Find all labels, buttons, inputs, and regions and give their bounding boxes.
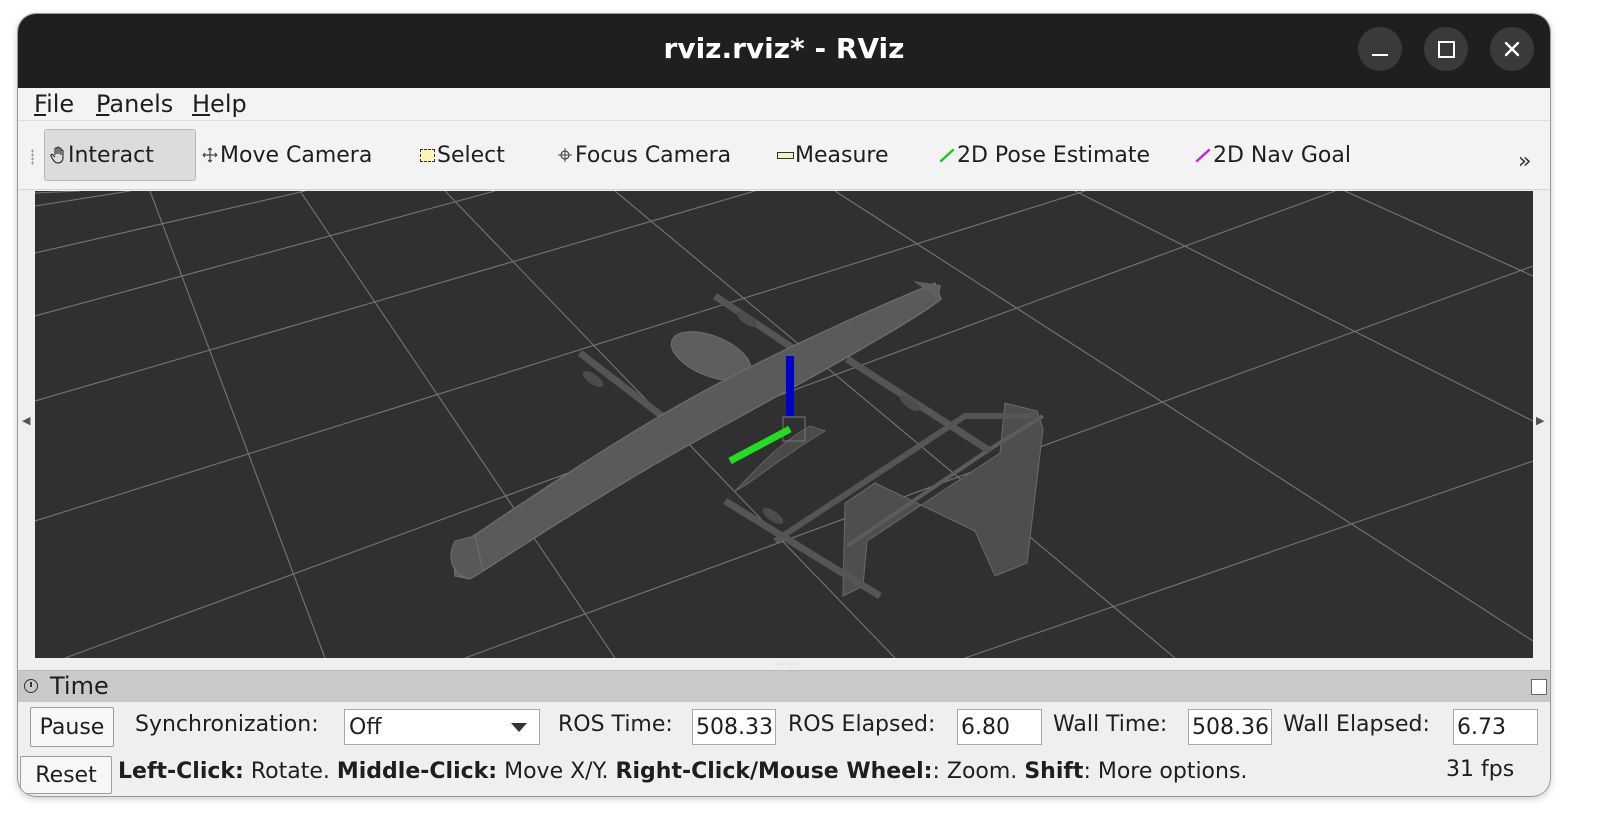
fps-counter: 31 fps bbox=[1446, 757, 1515, 782]
rviz-window: rviz.rviz* - RViz File Panels Help Inter… bbox=[18, 14, 1550, 796]
undock-panel-checkbox[interactable] bbox=[1531, 679, 1547, 695]
tool-interact-label: Interact bbox=[68, 142, 154, 168]
tool-measure-label: Measure bbox=[795, 142, 889, 168]
tool-2d-nav-goal[interactable]: 2D Nav Goal bbox=[1194, 129, 1351, 181]
tool-select-label: Select bbox=[437, 142, 505, 168]
nav-goal-icon bbox=[1194, 146, 1212, 164]
status-help-text: Left-Click: Rotate. Middle-Click: Move X… bbox=[118, 759, 1247, 784]
wall-time-value: 508.36 bbox=[1192, 714, 1269, 740]
window-title: rviz.rviz* - RViz bbox=[663, 32, 905, 65]
tool-measure[interactable]: Measure bbox=[776, 129, 889, 181]
focus-camera-icon bbox=[556, 146, 574, 164]
time-panel-title: Time bbox=[50, 672, 109, 700]
menu-file[interactable]: File bbox=[34, 90, 74, 118]
wall-elapsed-value: 6.73 bbox=[1457, 714, 1506, 740]
minimize-icon bbox=[1372, 54, 1388, 56]
status-shift-action: : More options. bbox=[1083, 759, 1248, 784]
wall-time-field[interactable]: 508.36 bbox=[1188, 709, 1272, 745]
menu-bar: File Panels Help bbox=[18, 88, 1550, 121]
tool-focus-camera[interactable]: Focus Camera bbox=[556, 129, 731, 181]
ros-time-value: 508.33 bbox=[696, 714, 773, 740]
left-dock-collapse-arrow[interactable]: ◀ bbox=[22, 414, 30, 427]
measure-icon bbox=[776, 146, 794, 164]
tool-select[interactable]: Select bbox=[418, 129, 505, 181]
status-left-action: Rotate. bbox=[243, 759, 337, 784]
toolbar-overflow-button[interactable]: » bbox=[1518, 149, 1531, 174]
status-right-click: Right-Click/Mouse Wheel: bbox=[615, 759, 933, 784]
wall-elapsed-label: Wall Elapsed: bbox=[1283, 712, 1430, 737]
ros-elapsed-field[interactable]: 6.80 bbox=[957, 709, 1042, 745]
toolbar-grip[interactable] bbox=[31, 149, 34, 165]
hand-icon bbox=[49, 146, 67, 164]
tool-move-camera[interactable]: Move Camera bbox=[201, 129, 372, 181]
ros-time-field[interactable]: 508.33 bbox=[692, 709, 776, 745]
minimize-button[interactable] bbox=[1358, 27, 1402, 71]
tool-focus-camera-label: Focus Camera bbox=[575, 142, 732, 168]
pause-button[interactable]: Pause bbox=[30, 707, 114, 747]
viewport-splitter-handle[interactable]: ······· bbox=[775, 660, 800, 669]
wall-time-label: Wall Time: bbox=[1053, 712, 1168, 737]
ros-time-label: ROS Time: bbox=[558, 712, 673, 737]
menu-help[interactable]: Help bbox=[192, 90, 247, 118]
status-right-action: : Zoom. bbox=[932, 759, 1025, 784]
chevron-down-icon bbox=[511, 723, 527, 732]
render-scene bbox=[35, 191, 1533, 658]
maximize-icon bbox=[1437, 40, 1455, 58]
status-shift: Shift bbox=[1024, 759, 1084, 784]
menu-panels[interactable]: Panels bbox=[96, 90, 173, 118]
synchronization-value: Off bbox=[349, 714, 382, 740]
reset-button[interactable]: Reset bbox=[20, 756, 112, 794]
status-middle-action: Move X/Y. bbox=[497, 759, 616, 784]
tool-interact[interactable]: Interact bbox=[44, 129, 196, 181]
select-icon bbox=[418, 146, 436, 164]
tool-move-camera-label: Move Camera bbox=[220, 142, 373, 168]
clock-icon bbox=[24, 679, 38, 693]
ros-elapsed-value: 6.80 bbox=[961, 714, 1010, 740]
title-bar[interactable]: rviz.rviz* - RViz bbox=[18, 14, 1550, 88]
ground-grid bbox=[35, 191, 1533, 658]
wall-elapsed-field[interactable]: 6.73 bbox=[1453, 709, 1538, 745]
close-icon bbox=[1504, 41, 1520, 57]
aircraft-model bbox=[450, 281, 1045, 599]
synchronization-label: Synchronization: bbox=[135, 712, 319, 737]
tool-2d-nav-goal-label: 2D Nav Goal bbox=[1213, 142, 1351, 168]
status-left-click: Left-Click: bbox=[118, 759, 244, 784]
move-camera-icon bbox=[201, 146, 219, 164]
synchronization-select[interactable]: Off bbox=[344, 709, 540, 745]
maximize-button[interactable] bbox=[1424, 27, 1468, 71]
tool-2d-pose-estimate-label: 2D Pose Estimate bbox=[957, 142, 1151, 168]
right-dock-collapse-arrow[interactable]: ▶ bbox=[1536, 414, 1544, 427]
ros-elapsed-label: ROS Elapsed: bbox=[788, 712, 936, 737]
status-bar: Reset Left-Click: Rotate. Middle-Click: … bbox=[18, 752, 1550, 796]
pose-estimate-icon bbox=[938, 146, 956, 164]
tool-2d-pose-estimate[interactable]: 2D Pose Estimate bbox=[938, 129, 1150, 181]
close-button[interactable] bbox=[1490, 27, 1534, 71]
status-middle-click: Middle-Click: bbox=[336, 759, 498, 784]
3d-render-viewport[interactable] bbox=[35, 191, 1533, 658]
tool-bar: Interact Move Camera Select Focus Camera bbox=[18, 121, 1550, 190]
time-panel-controls: Pause Synchronization: Off ROS Time: 508… bbox=[18, 702, 1550, 750]
time-panel-header: Time bbox=[18, 670, 1550, 702]
